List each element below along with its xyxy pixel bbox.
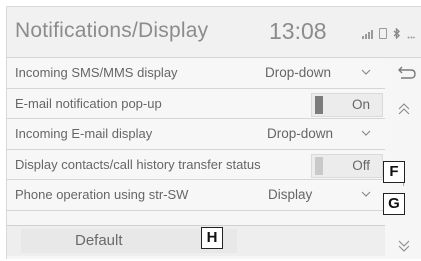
row-label: Phone operation using str-SW [15, 187, 189, 202]
toggle-indicator [315, 95, 323, 114]
dropdown-value: Drop-down [267, 126, 334, 141]
signal-icon [362, 29, 373, 39]
row-label: E-mail notification pop-up [15, 95, 162, 111]
default-row: Default [7, 225, 385, 256]
row-label: Incoming E-mail display [15, 126, 153, 141]
settings-list: Incoming SMS/MMS display Drop-down E-mai… [7, 58, 385, 211]
row-label: Display contacts/call history transfer s… [15, 156, 261, 172]
dots-icon [407, 36, 415, 39]
row-incoming-sms-mms-display[interactable]: Incoming SMS/MMS display Drop-down [7, 58, 385, 89]
row-phone-operation-str-sw[interactable]: Phone operation using str-SW Display [7, 180, 385, 211]
toggle-value: On [351, 96, 370, 112]
clock: 13:08 [269, 18, 327, 44]
back-icon[interactable] [392, 64, 418, 84]
toggle-value: Off [352, 157, 370, 173]
header-bar: Notifications/Display 13:08 [7, 7, 421, 58]
callout-h: H [201, 227, 223, 249]
row-email-notification-popup[interactable]: E-mail notification pop-up On [7, 88, 385, 119]
chevron-down-icon [361, 69, 371, 75]
toggle-indicator [315, 156, 323, 175]
transfer-status-toggle[interactable]: Off [311, 153, 383, 178]
battery-icon [379, 28, 387, 39]
chevron-down-icon [361, 191, 371, 197]
callout-g: G [383, 193, 405, 215]
status-icons [362, 25, 415, 39]
bluetooth-icon [393, 28, 401, 39]
scroll-up-icon[interactable] [396, 102, 412, 116]
row-incoming-email-display[interactable]: Incoming E-mail display Drop-down [7, 119, 385, 150]
default-button-label: Default [75, 232, 123, 249]
dropdown-value: Drop-down [265, 65, 332, 80]
dropdown-value: Display [268, 187, 313, 202]
side-controls [386, 58, 421, 258]
chevron-down-icon [361, 130, 371, 136]
callout-f: F [383, 161, 405, 183]
screen-title: Notifications/Display [15, 19, 209, 42]
row-label: Incoming SMS/MMS display [15, 65, 178, 80]
email-popup-toggle[interactable]: On [311, 92, 383, 117]
notifications-display-screen: Notifications/Display 13:08 Incoming SMS… [6, 6, 421, 259]
scroll-down-icon[interactable] [396, 238, 412, 254]
row-contacts-transfer-status[interactable]: Display contacts/call history transfer s… [7, 149, 385, 180]
